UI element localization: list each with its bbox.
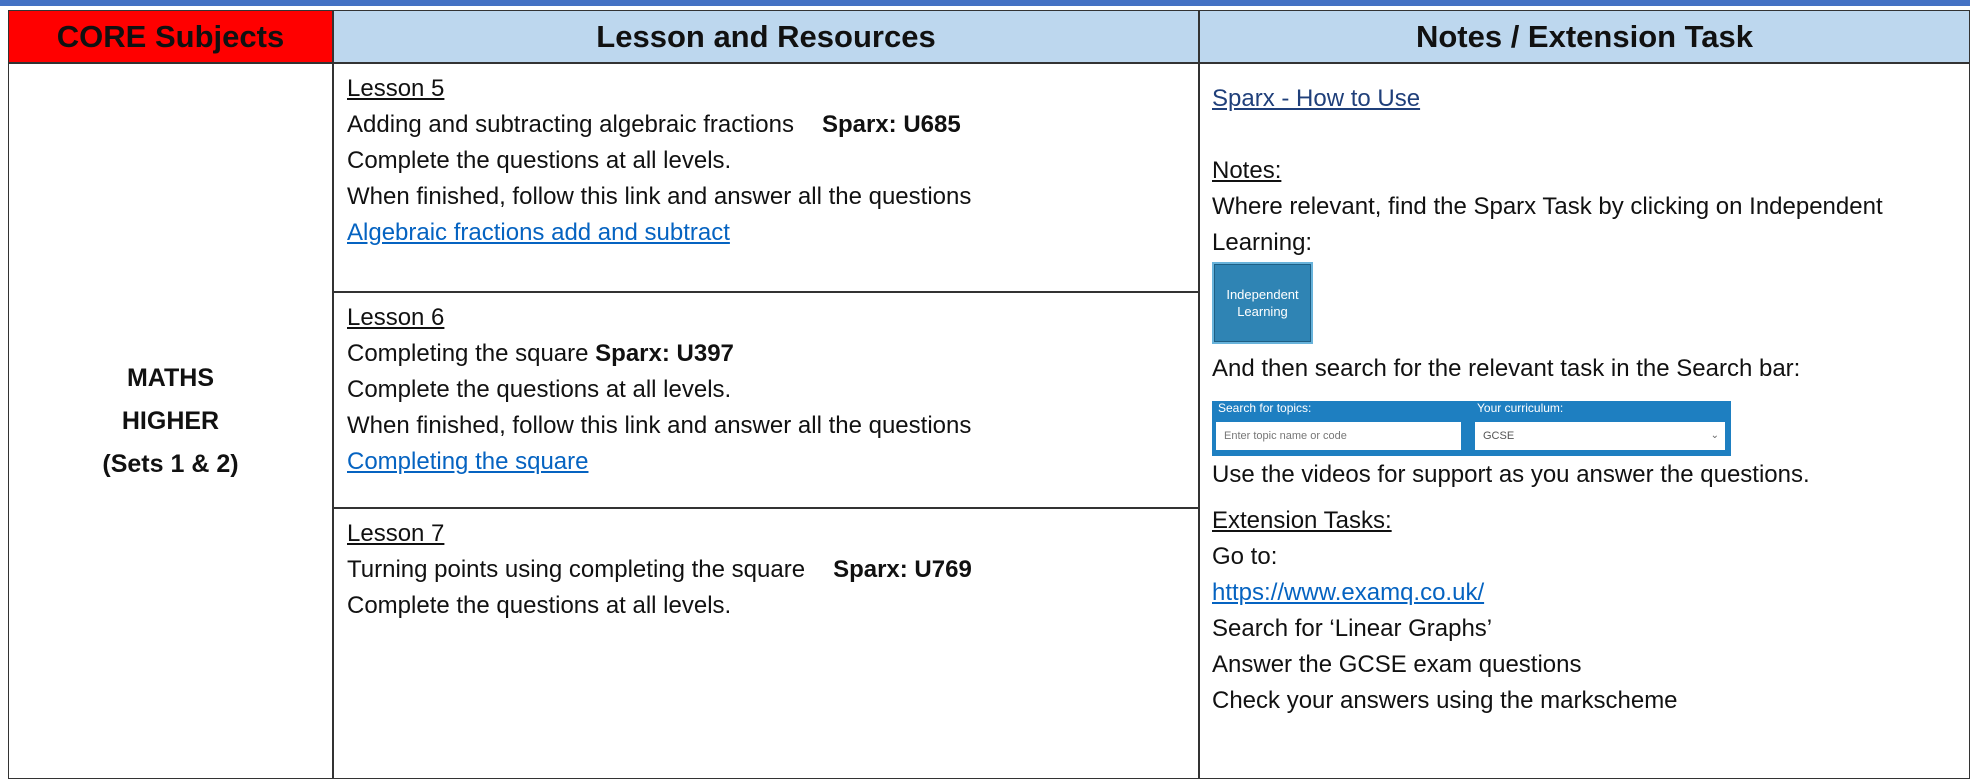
extension-check: Check your answers using the markscheme [1212,687,1678,714]
extension-answer: Answer the GCSE exam questions [1212,651,1582,678]
lesson-follow-text: When finished, follow this link and answ… [347,412,972,439]
il-button-line-1: Independent [1226,287,1299,302]
notes-videos: Use the videos for support as you answer… [1212,461,1810,488]
chevron-down-icon: ⌄ [1710,430,1719,441]
lesson-topic: Adding and subtracting algebraic fractio… [347,111,794,138]
sparx-search-bar-image: Search for topics: Your curriculum: Ente… [1212,401,1731,456]
search-topics-label: Search for topics: [1218,401,1312,415]
subject-line-3: (Sets 1 & 2) [102,449,239,478]
sparx-code: Sparx: U397 [595,340,734,367]
lesson-topic-row: Completing the square Sparx: U397 [347,336,1198,372]
curriculum-label: Your curriculum: [1477,401,1564,415]
il-button-line-2: Learning [1237,304,1288,319]
notes-heading: Notes: [1212,157,1282,184]
notes-where-relevant: Where relevant, find the Sparx Task by c… [1212,193,1883,220]
lesson-resource-link[interactable]: Completing the square [347,448,588,475]
subject-cell: MATHS HIGHER (Sets 1 & 2) [8,63,333,779]
lesson-topic: Turning points using completing the squa… [347,556,806,583]
lesson-title: Lesson 7 [347,520,445,547]
notes-search-text: And then search for the relevant task in… [1212,355,1801,382]
sparx-code: Sparx: U769 [833,556,972,583]
top-border [0,0,1970,6]
lesson-title: Lesson 5 [347,75,445,102]
subject-line-1: MATHS [126,363,214,392]
lesson-instruction: Complete the questions at all levels. [347,147,732,174]
lesson-topic: Completing the square [347,340,589,367]
lesson-instruction: Complete the questions at all levels. [347,592,732,619]
notes-learning: Learning: [1212,229,1313,256]
lesson-topic-row: Turning points using completing the squa… [347,552,1198,588]
examq-link[interactable]: https://www.examq.co.uk/ [1212,579,1484,606]
header-lesson-resources: Lesson and Resources [333,10,1199,63]
lesson-topic-row: Adding and subtracting algebraic fractio… [347,107,1198,143]
lesson-title: Lesson 6 [347,304,445,331]
independent-learning-button: Independent Learning [1212,262,1313,344]
subject-line-2: HIGHER [121,406,220,435]
curriculum-value: GCSE [1483,430,1515,442]
lesson-6-cell: Lesson 6 Completing the square Sparx: U3… [333,292,1199,508]
search-input-image: Enter topic name or code [1216,422,1461,450]
extension-heading: Extension Tasks: [1212,507,1392,534]
extension-search-for: Search for ‘Linear Graphs’ [1212,615,1493,642]
lesson-follow-text: When finished, follow this link and answ… [347,183,972,210]
sparx-how-to-link[interactable]: Sparx - How to Use [1212,85,1420,112]
lesson-7-cell: Lesson 7 Turning points using completing… [333,508,1199,779]
lesson-resource-link[interactable]: Algebraic fractions add and subtract [347,219,730,246]
lesson-instruction: Complete the questions at all levels. [347,376,732,403]
subject-name: MATHS HIGHER (Sets 1 & 2) [102,357,238,486]
extension-goto: Go to: [1212,543,1278,570]
sparx-code: Sparx: U685 [821,111,961,138]
lesson-5-cell: Lesson 5 Adding and subtracting algebrai… [333,63,1199,292]
curriculum-select-image: GCSE ⌄ [1475,422,1725,450]
header-notes-extension: Notes / Extension Task [1199,10,1970,63]
header-core-subjects: CORE Subjects [8,10,333,63]
